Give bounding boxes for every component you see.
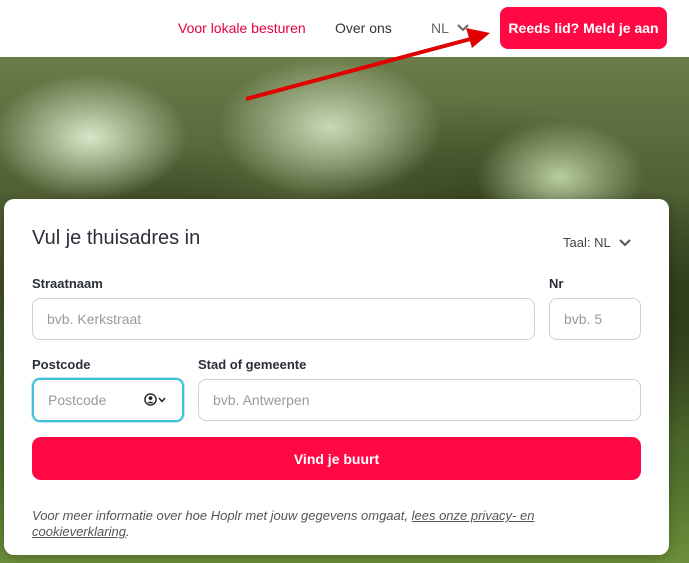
street-input[interactable]	[32, 298, 535, 340]
top-navigation-bar: Voor lokale besturen Over ons NL Reeds l…	[0, 0, 689, 57]
number-input[interactable]	[549, 298, 641, 340]
city-input[interactable]	[198, 379, 641, 421]
privacy-notice: Voor meer informatie over hoe Hoplr met …	[32, 508, 632, 540]
local-government-link[interactable]: Voor lokale besturen	[178, 20, 306, 36]
language-label: NL	[431, 20, 449, 36]
street-label: Straatnaam	[32, 276, 103, 291]
find-neighbourhood-button[interactable]: Vind je buurt	[32, 437, 641, 480]
form-language-selector[interactable]: Taal: NL	[563, 235, 631, 250]
chevron-down-icon	[618, 238, 631, 246]
number-label: Nr	[549, 276, 564, 291]
privacy-text-end: .	[125, 524, 130, 539]
form-language-label: Taal: NL	[563, 235, 611, 250]
form-title: Vul je thuisadres in	[32, 227, 201, 249]
autofill-contact-icon[interactable]	[144, 393, 166, 406]
about-us-link[interactable]: Over ons	[335, 20, 392, 36]
language-selector[interactable]: NL	[431, 20, 469, 36]
postcode-label: Postcode	[32, 357, 91, 372]
chevron-down-icon	[457, 24, 469, 32]
privacy-text: Voor meer informatie over hoe Hoplr met …	[32, 508, 412, 523]
city-label: Stad of gemeente	[198, 357, 307, 372]
address-form-card: Vul je thuisadres in Taal: NL Straatnaam…	[4, 199, 669, 555]
login-button[interactable]: Reeds lid? Meld je aan	[500, 7, 667, 49]
postcode-field	[32, 378, 184, 422]
